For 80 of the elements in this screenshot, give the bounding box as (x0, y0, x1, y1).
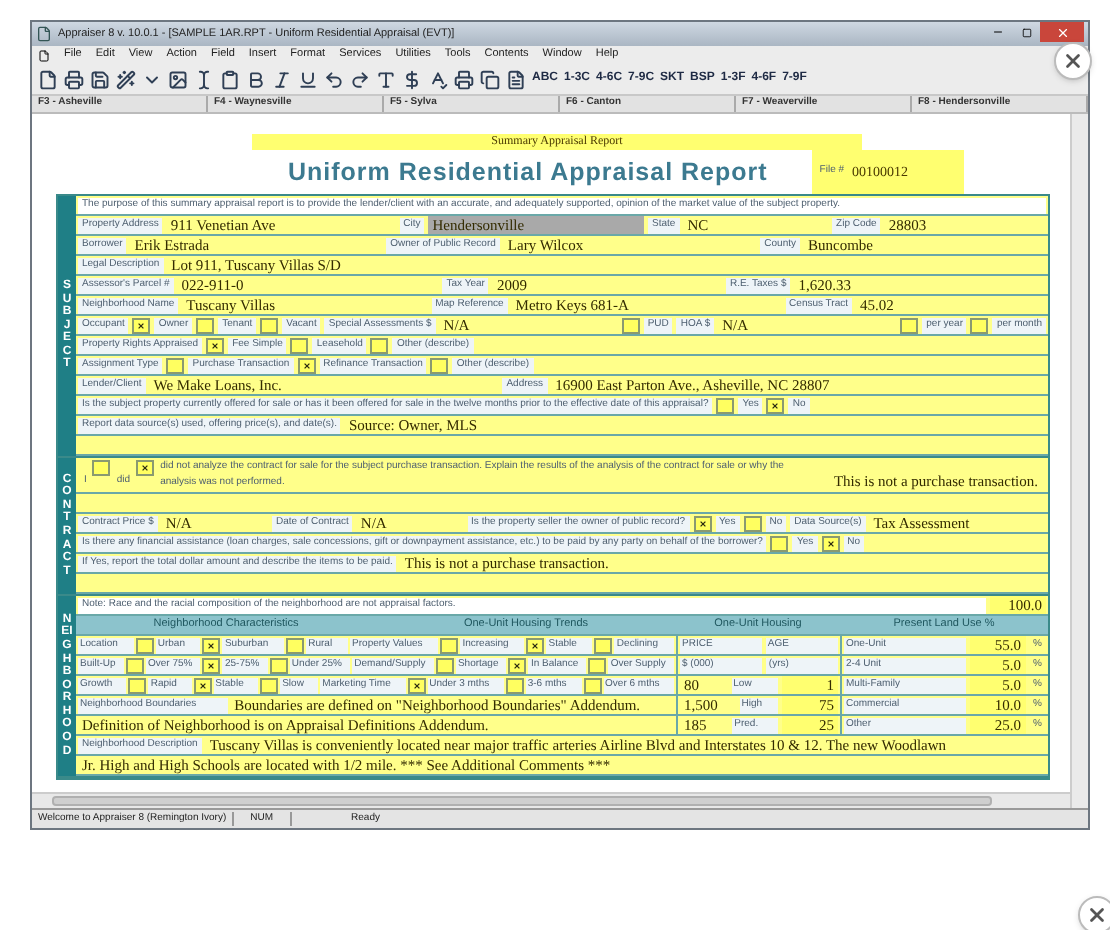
checkbox[interactable] (290, 337, 309, 353)
x-mark-icon (206, 641, 217, 649)
checkbox[interactable] (743, 515, 762, 531)
type-icon[interactable] (376, 69, 396, 89)
checkbox[interactable] (770, 535, 789, 551)
checkbox[interactable] (286, 637, 305, 653)
dollar-icon[interactable] (402, 69, 422, 89)
spell-check-icon[interactable] (428, 69, 448, 89)
x-mark-icon (411, 681, 422, 689)
close-icon (1055, 25, 1069, 39)
close-icon (1086, 904, 1108, 926)
image-icon[interactable] (168, 69, 188, 89)
x-mark-icon (530, 641, 541, 649)
checkbox[interactable] (583, 677, 602, 693)
checkbox[interactable] (594, 637, 613, 653)
checkbox[interactable] (970, 317, 989, 333)
checkbox[interactable] (136, 460, 155, 476)
checkbox[interactable] (621, 317, 640, 333)
checkbox[interactable] (440, 637, 459, 653)
minimize-icon (992, 26, 1004, 38)
checkbox[interactable] (260, 317, 279, 333)
checkbox[interactable] (126, 657, 145, 673)
checkbox[interactable] (505, 677, 524, 693)
x-mark-icon (210, 341, 221, 349)
x-mark-icon (197, 681, 208, 689)
checkbox[interactable] (430, 357, 449, 373)
checkbox[interactable] (196, 317, 215, 333)
x-mark-icon (206, 661, 217, 669)
x-mark-icon (140, 464, 151, 472)
save-icon[interactable] (90, 69, 110, 89)
vertical-scrollbar[interactable] (1070, 114, 1088, 808)
x-mark-icon (512, 661, 523, 669)
checkbox[interactable] (132, 317, 151, 333)
checkbox[interactable] (821, 535, 840, 551)
checkbox[interactable] (260, 677, 279, 693)
x-mark-icon (697, 519, 708, 527)
app-icon (36, 26, 52, 42)
checkbox[interactable] (193, 677, 212, 693)
checkbox[interactable] (135, 637, 154, 653)
checkbox[interactable] (526, 637, 545, 653)
x-mark-icon (136, 321, 147, 329)
checkbox[interactable] (370, 337, 389, 353)
checkbox[interactable] (202, 637, 221, 653)
checkbox[interactable] (269, 657, 288, 673)
checkbox[interactable] (766, 397, 785, 413)
checkbox[interactable] (166, 357, 185, 373)
maximize-icon (1021, 27, 1031, 37)
checkbox[interactable] (900, 317, 919, 333)
x-mark-icon (825, 539, 836, 547)
horizontal-scrollbar[interactable] (32, 792, 1070, 808)
close-button[interactable] (1078, 896, 1110, 930)
x-mark-icon (301, 361, 312, 369)
document-icon[interactable] (506, 69, 526, 89)
checkbox[interactable] (92, 460, 111, 476)
close-icon (1062, 50, 1084, 72)
copy-icon[interactable] (480, 69, 500, 89)
checkbox[interactable] (588, 657, 607, 673)
checkbox[interactable] (716, 397, 735, 413)
checkbox[interactable] (435, 657, 454, 673)
x-mark-icon (770, 401, 781, 409)
file-icon[interactable] (38, 69, 58, 89)
document-icon[interactable] (38, 49, 50, 61)
checkbox[interactable] (407, 677, 426, 693)
underline-icon[interactable] (298, 69, 318, 89)
clipboard-icon[interactable] (220, 69, 240, 89)
checkbox[interactable] (202, 657, 221, 673)
printer-icon[interactable] (454, 69, 474, 89)
printer-icon[interactable] (64, 69, 84, 89)
checkbox[interactable] (508, 657, 527, 673)
undo-icon[interactable] (324, 69, 344, 89)
checkbox[interactable] (693, 515, 712, 531)
form-title: Uniform Residential Appraisal Report (288, 155, 768, 190)
wand-icon[interactable] (116, 69, 136, 89)
redo-icon[interactable] (350, 69, 370, 89)
italic-icon[interactable] (272, 69, 292, 89)
bold-icon[interactable] (246, 69, 266, 89)
checkbox[interactable] (206, 337, 225, 353)
checkbox[interactable] (128, 677, 147, 693)
text-cursor-icon[interactable] (194, 69, 214, 89)
checkbox[interactable] (297, 357, 316, 373)
